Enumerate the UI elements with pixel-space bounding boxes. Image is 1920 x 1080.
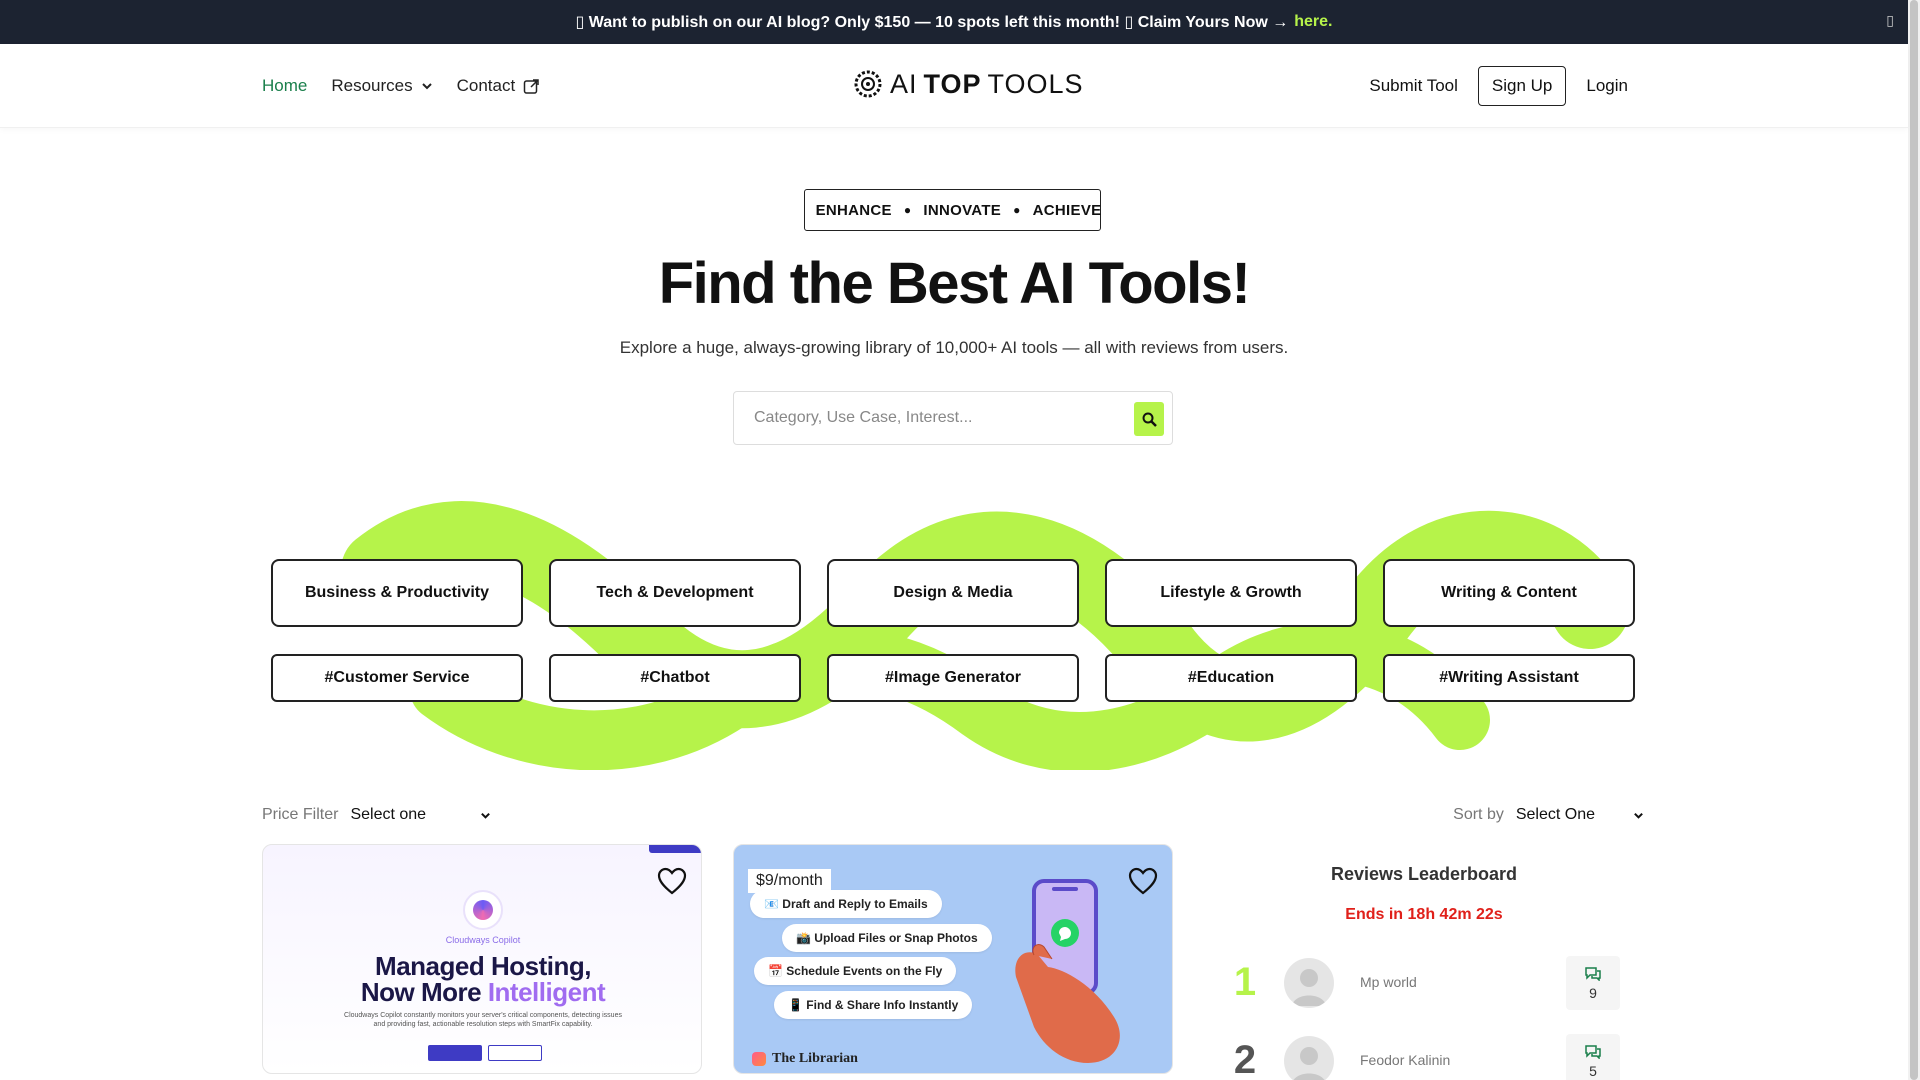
category-business-productivity[interactable]: Business & Productivity — [271, 559, 523, 627]
leaderboard-title: Reviews Leaderboard — [1330, 864, 1518, 884]
card-image-nav — [263, 845, 701, 853]
pill-word-1: ENHANCE — [815, 201, 892, 219]
leaderboard-timer: Ends in 18h 42m 22s — [1345, 906, 1503, 923]
external-link-icon — [523, 78, 539, 94]
announcement-text: ▯ Want to publish on our AI blog? Only $… — [575, 14, 1289, 31]
tool-card[interactable]: $9/month 📧 Draft and Reply to Emails 📸 U… — [733, 844, 1173, 1074]
card-image-brand: The Librarian — [772, 1051, 858, 1066]
card-image-buttons — [428, 1045, 542, 1061]
page-subtitle: Explore a huge, always-growing library o… — [619, 338, 1289, 357]
price-filter-select[interactable]: Select one — [350, 806, 491, 824]
search-icon — [1142, 412, 1157, 427]
tag-customer-service[interactable]: #Customer Service — [271, 654, 523, 702]
pill-word-3: ACHIEVE — [1032, 201, 1102, 219]
card-image-brand: Cloudways Copilot — [445, 935, 521, 945]
heart-icon[interactable] — [657, 867, 687, 895]
chat-icon — [1585, 966, 1601, 981]
review-count: 9 — [1566, 956, 1620, 1010]
phone-hand-illustration — [1015, 879, 1120, 1063]
category-tech-development[interactable]: Tech & Development — [549, 559, 801, 627]
leaderboard-row[interactable]: 2 Feodor Kalinin 5 — [1230, 1034, 1620, 1080]
close-icon[interactable]: ▯ — [1886, 12, 1894, 29]
pill-dot: ● — [1013, 203, 1021, 217]
search-button[interactable] — [1134, 402, 1164, 436]
top-nav: Home Resources Contact AI TOP TOOLS Submit… — [0, 44, 1908, 128]
leaderboard-rank: 1 — [1233, 960, 1257, 1004]
nav-links: Home Resources Contact — [262, 76, 540, 96]
reviews-leaderboard: Reviews Leaderboard Ends in 18h 42m 22s … — [1204, 844, 1644, 1080]
feature-chip: 📧 Draft and Reply to Emails — [750, 890, 942, 918]
leaderboard-rank: 2 — [1233, 1038, 1257, 1080]
nav-resources[interactable]: Resources — [331, 76, 432, 96]
price-filter-value: Select one — [350, 806, 427, 823]
logo-top: TOP — [923, 68, 982, 99]
avatar — [1284, 958, 1334, 1008]
scrollbar-thumb[interactable] — [1910, 0, 1918, 1080]
sort-select[interactable]: Select One — [1516, 806, 1644, 824]
avatar — [1284, 1036, 1334, 1080]
price-filter-label: Price Filter — [262, 806, 339, 823]
pill-dot: ● — [903, 203, 912, 217]
submit-tool-link[interactable]: Submit Tool — [1369, 76, 1458, 96]
login-link[interactable]: Login — [1586, 76, 1628, 96]
user-avatar-icon — [1293, 1047, 1325, 1080]
feature-chip: 📅 Schedule Events on the Fly — [754, 957, 957, 985]
copilot-logo-icon — [463, 890, 503, 930]
price-filter: Price Filter Select one — [262, 806, 491, 824]
nav-resources-label: Resources — [331, 76, 413, 95]
category-writing-content[interactable]: Writing & Content — [1383, 559, 1635, 627]
review-count-value: 5 — [1589, 1062, 1597, 1079]
chevron-down-icon — [1634, 812, 1643, 819]
card-image-badge — [649, 845, 701, 853]
tag-writing-assistant[interactable]: #Writing Assistant — [1383, 654, 1635, 702]
sort-value: Select One — [1515, 806, 1595, 823]
signup-button[interactable]: Sign Up — [1477, 66, 1567, 106]
nav-contact[interactable]: Contact — [457, 76, 541, 96]
tagline-pill: ENHANCE ● INNOVATE ● ACHIEVE — [804, 189, 1101, 231]
review-count-value: 9 — [1589, 984, 1597, 1001]
category-lifestyle-growth[interactable]: Lifestyle & Growth — [1105, 559, 1357, 627]
site-logo[interactable]: AI TOP TOOLS — [852, 68, 1084, 100]
scrollbar[interactable] — [1908, 0, 1920, 1080]
feature-chip: 📸 Upload Files or Snap Photos — [782, 924, 992, 952]
decorative-wave — [341, 501, 1629, 770]
logo-tools: TOOLS — [987, 68, 1084, 99]
leaderboard-row[interactable]: 1 Mp world 9 — [1230, 956, 1620, 1010]
brain-logo-icon — [854, 70, 882, 98]
chevron-down-icon — [481, 812, 490, 819]
tag-chatbot[interactable]: #Chatbot — [549, 654, 801, 702]
heart-icon[interactable] — [1128, 867, 1158, 895]
category-design-media[interactable]: Design & Media — [827, 559, 1079, 627]
chevron-down-icon — [421, 83, 432, 90]
card-image-footer: The Librarian — [752, 1051, 858, 1067]
announcement-bar: ▯ Want to publish on our AI blog? Only $… — [0, 0, 1908, 44]
sort-label: Sort by — [1453, 806, 1504, 823]
logo-ai: AI — [890, 68, 918, 99]
leaderboard-name: Mp world — [1360, 974, 1417, 990]
card-image-body: Cloudways Copilot constantly monitors yo… — [344, 1012, 622, 1028]
nav-contact-label: Contact — [456, 76, 516, 95]
search-input[interactable] — [734, 392, 1124, 444]
review-count: 5 — [1566, 1034, 1620, 1080]
card-headline-line2b: Intelligent — [487, 977, 606, 1007]
page-title: Find the Best AI Tools! — [658, 251, 1251, 316]
search-box — [733, 391, 1173, 445]
card-image-headline: Managed Hosting, Now More Intelligent — [263, 953, 701, 1007]
nav-home[interactable]: Home — [262, 76, 307, 96]
librarian-logo-icon — [752, 1052, 766, 1066]
leaderboard-name: Feodor Kalinin — [1360, 1052, 1451, 1068]
chat-icon — [1585, 1044, 1601, 1059]
announcement-link[interactable]: here. — [1294, 13, 1332, 31]
tag-education[interactable]: #Education — [1105, 654, 1357, 702]
tag-image-generator[interactable]: #Image Generator — [827, 654, 1079, 702]
tool-card[interactable]: Cloudways Copilot Managed Hosting, Now M… — [262, 844, 702, 1074]
card-headline-line2a: Now More — [360, 977, 488, 1007]
nav-actions: Submit Tool Sign Up Login — [1369, 66, 1628, 106]
feature-chip: 📱 Find & Share Info Instantly — [774, 991, 973, 1019]
user-avatar-icon — [1292, 969, 1326, 1006]
sort-filter: Sort by Select One — [1453, 806, 1644, 824]
pill-word-2: INNOVATE — [923, 201, 1002, 219]
